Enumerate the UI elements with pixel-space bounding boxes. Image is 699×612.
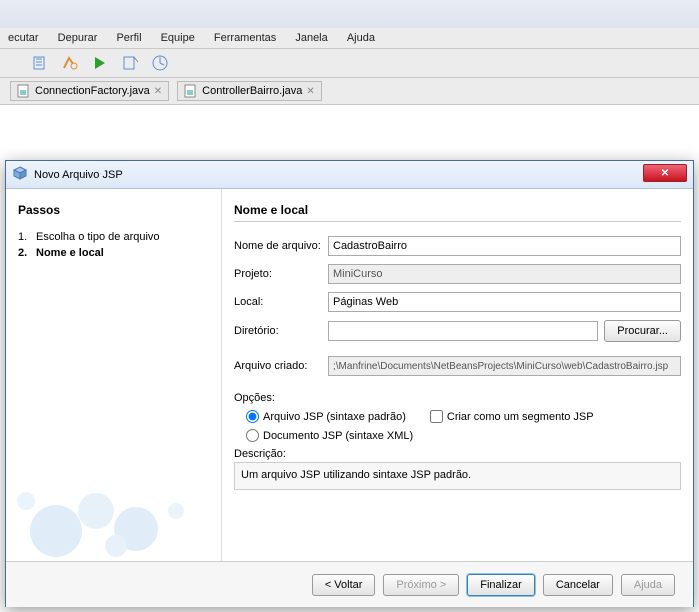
options-group: Opções: Arquivo JSP (sintaxe padrão) Cri…: [234, 392, 681, 490]
directory-label: Diretório:: [234, 325, 322, 337]
build-icon[interactable]: [30, 53, 50, 73]
decorative-bubbles: [0, 461, 216, 561]
menu-item-window[interactable]: Janela: [287, 30, 335, 46]
radio-input[interactable]: [246, 429, 259, 442]
next-button: Próximo >: [383, 574, 459, 596]
project-value: MiniCurso: [328, 264, 681, 284]
radio-label-text: Arquivo JSP (sintaxe padrão): [263, 411, 406, 423]
tab-label: ControllerBairro.java: [202, 85, 302, 97]
directory-input[interactable]: [328, 321, 598, 341]
radio-jsp-standard[interactable]: Arquivo JSP (sintaxe padrão): [246, 410, 406, 423]
editor-tab-bar: ConnectionFactory.java ✕ ControllerBairr…: [0, 78, 699, 105]
toolbar: [0, 49, 699, 78]
form-heading: Nome e local: [234, 203, 681, 217]
menu-item-tools[interactable]: Ferramentas: [206, 30, 284, 46]
help-button: Ajuda: [621, 574, 675, 596]
wizard-form-pane: Nome e local Nome de arquivo: Projeto: M…: [221, 189, 693, 561]
window-chrome: [0, 0, 699, 28]
step-label: Nome e local: [36, 247, 104, 259]
run-icon[interactable]: [90, 53, 110, 73]
description-label: Descrição:: [234, 448, 681, 460]
step-item-current: 2. Nome e local: [18, 245, 209, 261]
menu-item-debug[interactable]: Depurar: [50, 30, 106, 46]
checkbox-label-text: Criar como um segmento JSP: [447, 411, 594, 423]
created-file-label: Arquivo criado:: [234, 360, 322, 372]
close-icon[interactable]: ✕: [306, 86, 314, 97]
new-file-dialog: Novo Arquivo JSP ✕ Passos 1. Escolha o t…: [5, 160, 694, 607]
close-icon[interactable]: ✕: [154, 86, 162, 97]
close-button[interactable]: ✕: [643, 164, 687, 182]
menu-item-team[interactable]: Equipe: [153, 30, 203, 46]
java-file-icon: [17, 84, 31, 98]
step-number: 1.: [18, 231, 27, 243]
local-label: Local:: [234, 296, 322, 308]
description-box: Um arquivo JSP utilizando sintaxe JSP pa…: [234, 462, 681, 490]
menu-item-profile[interactable]: Perfil: [108, 30, 149, 46]
java-file-icon: [184, 84, 198, 98]
clean-build-icon[interactable]: [60, 53, 80, 73]
back-button[interactable]: < Voltar: [312, 574, 376, 596]
options-heading: Opções:: [234, 392, 681, 404]
tab-label: ConnectionFactory.java: [35, 85, 150, 97]
profile-icon[interactable]: [150, 53, 170, 73]
radio-jsp-xml[interactable]: Documento JSP (sintaxe XML): [246, 429, 413, 442]
menu-item-help[interactable]: Ajuda: [339, 30, 383, 46]
dialog-footer: < Voltar Próximo > Finalizar Cancelar Aj…: [6, 561, 693, 607]
editor-tab[interactable]: ConnectionFactory.java ✕: [10, 81, 169, 101]
step-item: 1. Escolha o tipo de arquivo: [18, 229, 209, 245]
browse-button[interactable]: Procurar...: [604, 320, 681, 342]
step-label: Escolha o tipo de arquivo: [36, 231, 160, 243]
menu-bar: ecutar Depurar Perfil Equipe Ferramentas…: [0, 28, 699, 49]
filename-label: Nome de arquivo:: [234, 240, 322, 252]
close-icon: ✕: [661, 168, 669, 179]
finish-button[interactable]: Finalizar: [467, 574, 535, 596]
menu-item-run[interactable]: ecutar: [0, 30, 47, 46]
project-label: Projeto:: [234, 268, 322, 280]
local-select[interactable]: Páginas Web: [328, 292, 681, 312]
filename-input[interactable]: [328, 236, 681, 256]
checkbox-segment[interactable]: Criar como um segmento JSP: [430, 410, 594, 423]
cube-icon: [12, 165, 28, 184]
dialog-titlebar: Novo Arquivo JSP ✕: [6, 161, 693, 189]
radio-label-text: Documento JSP (sintaxe XML): [263, 430, 413, 442]
wizard-steps-pane: Passos 1. Escolha o tipo de arquivo 2. N…: [6, 189, 221, 561]
editor-tab[interactable]: ControllerBairro.java ✕: [177, 81, 322, 101]
cancel-button[interactable]: Cancelar: [543, 574, 613, 596]
steps-heading: Passos: [18, 203, 209, 217]
checkbox-input[interactable]: [430, 410, 443, 423]
dialog-title: Novo Arquivo JSP: [34, 169, 123, 181]
step-number: 2.: [18, 247, 27, 259]
debug-icon[interactable]: [120, 53, 140, 73]
divider: [234, 221, 681, 222]
radio-input[interactable]: [246, 410, 259, 423]
created-file-value: ;\Manfrine\Documents\NetBeansProjects\Mi…: [328, 356, 681, 376]
